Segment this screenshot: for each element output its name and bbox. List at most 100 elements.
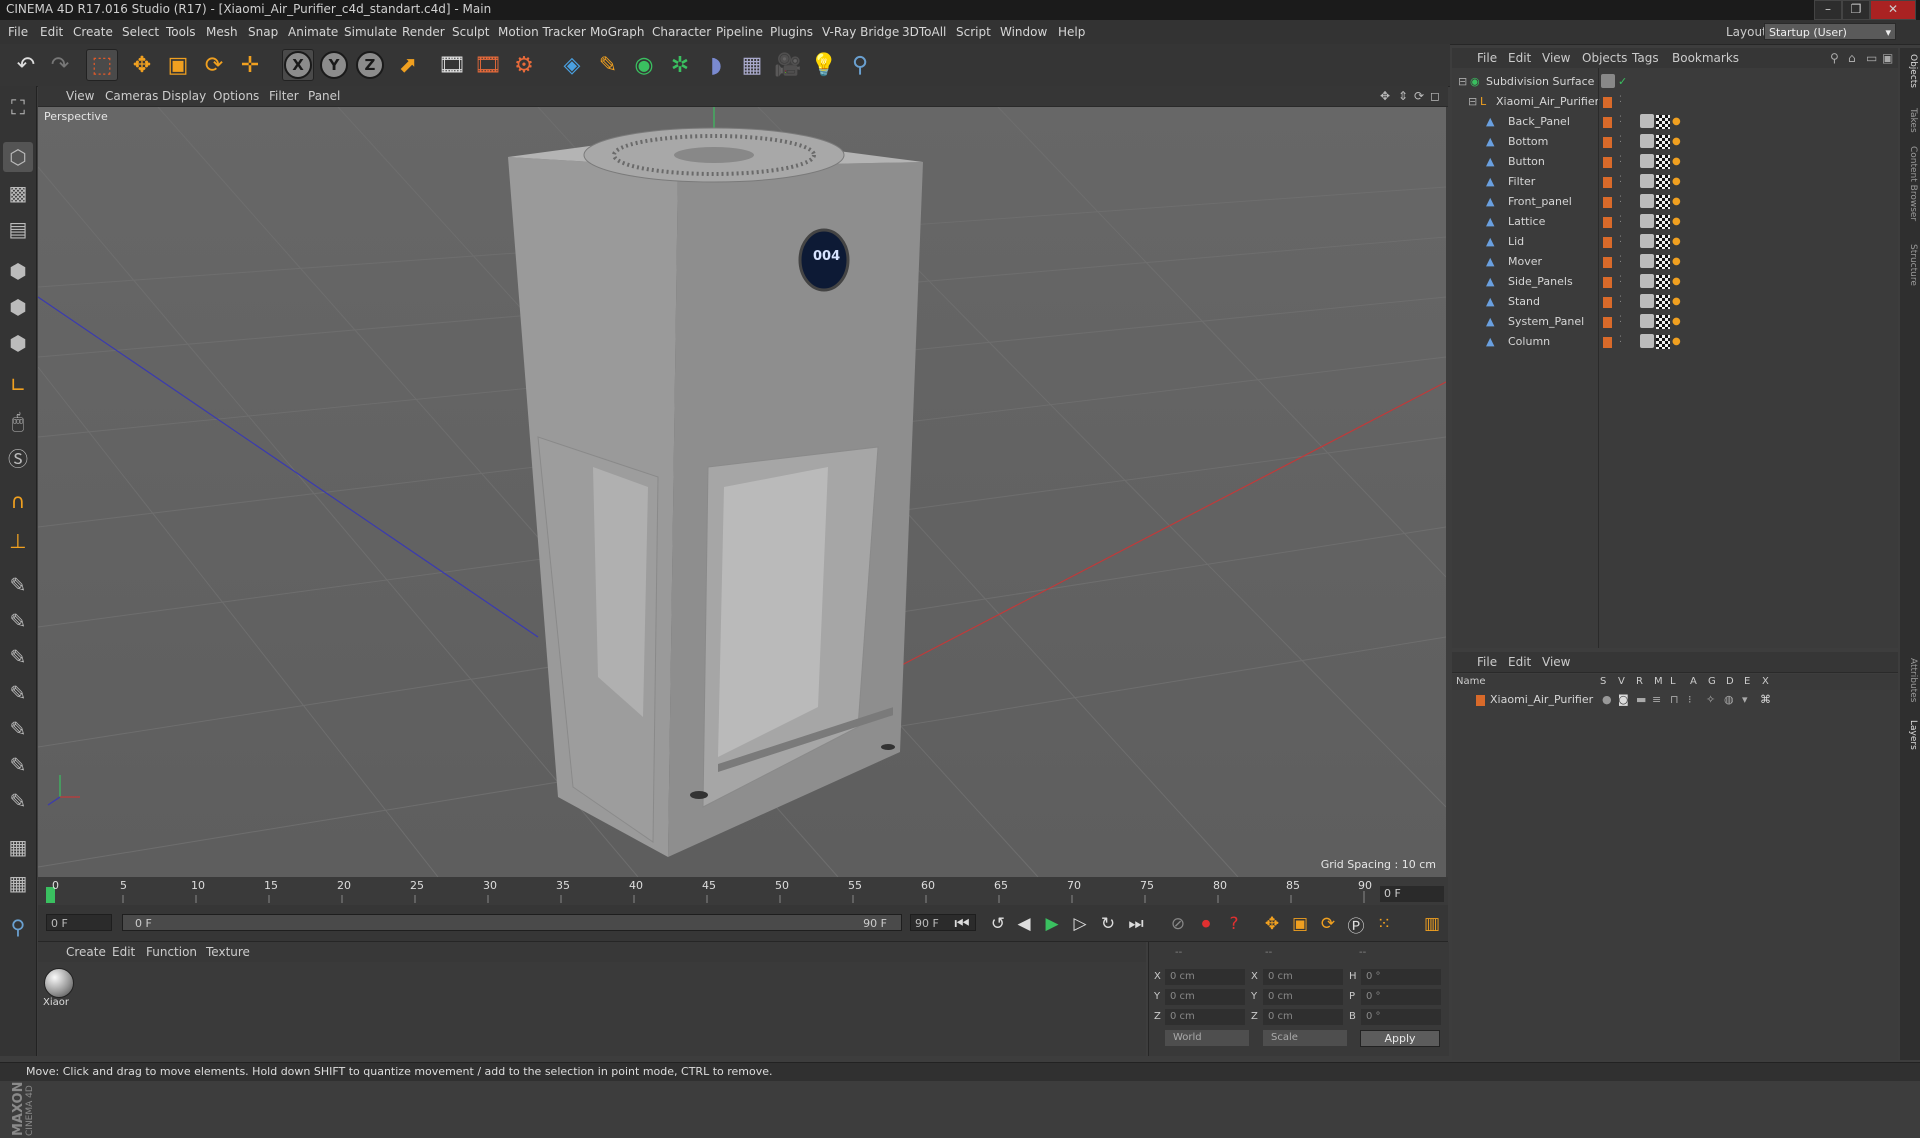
phong-tag-icon[interactable] bbox=[1640, 114, 1654, 128]
object-row-side-panels[interactable]: ▲ Side_Panels ⁚ ● bbox=[1452, 272, 1898, 292]
minimize-button[interactable]: – bbox=[1814, 0, 1842, 20]
coord-rot-b-field[interactable]: 0 ° bbox=[1361, 1009, 1441, 1025]
layer-color-tag[interactable] bbox=[1603, 177, 1612, 188]
visibility-toggle-icon[interactable] bbox=[1601, 74, 1615, 88]
visibility-dots-icon[interactable]: ⁚ bbox=[1619, 115, 1622, 125]
new-view-icon[interactable]: ▭ bbox=[1866, 51, 1877, 65]
layer-xref-icon[interactable]: ⌘ bbox=[1760, 693, 1771, 706]
layer-color-tag[interactable] bbox=[1603, 97, 1612, 108]
om-menu-objects[interactable]: Objects bbox=[1582, 51, 1627, 65]
material-menu-create[interactable]: Create bbox=[66, 945, 106, 959]
material-tag-icon[interactable]: ● bbox=[1672, 156, 1681, 167]
sculpt-smooth-icon[interactable]: ✎ bbox=[3, 642, 33, 672]
uvw-tag-icon[interactable] bbox=[1656, 155, 1670, 169]
visibility-dots-icon[interactable]: ⁚ bbox=[1619, 335, 1622, 345]
menu-vray-bridge[interactable]: V-Ray Bridge bbox=[822, 25, 899, 39]
grid-icon[interactable]: ▦ bbox=[3, 832, 33, 862]
object-row-lattice[interactable]: ▲ Lattice ⁚ ● bbox=[1452, 212, 1898, 232]
menu-pipeline[interactable]: Pipeline bbox=[716, 25, 763, 39]
object-row-button[interactable]: ▲ Button ⁚ ● bbox=[1452, 152, 1898, 172]
layer-col-manager[interactable]: M bbox=[1654, 676, 1663, 687]
coord-pos-z-field[interactable]: 0 cm bbox=[1165, 1009, 1245, 1025]
uvw-tag-icon[interactable] bbox=[1656, 135, 1670, 149]
sculpt-grab-icon[interactable]: ✎ bbox=[3, 786, 33, 816]
material-menu-texture[interactable]: Texture bbox=[206, 945, 250, 959]
menu-script[interactable]: Script bbox=[956, 25, 991, 39]
material-tag-icon[interactable]: ● bbox=[1672, 176, 1681, 187]
menu-mesh[interactable]: Mesh bbox=[206, 25, 238, 39]
phong-tag-icon[interactable] bbox=[1640, 294, 1654, 308]
object-row-bottom[interactable]: ▲ Bottom ⁚ ● bbox=[1452, 132, 1898, 152]
layer-col-render[interactable]: R bbox=[1636, 676, 1643, 687]
object-row-subdivision-surface[interactable]: ⊟ ◉ Subdivision Surface ✓ bbox=[1452, 72, 1898, 92]
material-tag-icon[interactable]: ● bbox=[1672, 196, 1681, 207]
subdivision-icon[interactable]: ◉ bbox=[628, 49, 660, 81]
phong-tag-icon[interactable] bbox=[1640, 234, 1654, 248]
y-axis-icon[interactable]: Y bbox=[318, 49, 350, 81]
phong-tag-icon[interactable] bbox=[1640, 334, 1654, 348]
layer-color-tag[interactable] bbox=[1603, 137, 1612, 148]
phong-tag-icon[interactable] bbox=[1640, 174, 1654, 188]
render-view-icon[interactable]: 🎞 bbox=[436, 49, 468, 81]
sculpt-inflate-icon[interactable]: ✎ bbox=[3, 714, 33, 744]
menu-3dtoall[interactable]: 3DToAll bbox=[902, 25, 946, 39]
menu-select[interactable]: Select bbox=[122, 25, 159, 39]
lm-menu-file[interactable]: File bbox=[1477, 655, 1497, 669]
layer-deformer-icon[interactable]: ◍ bbox=[1724, 693, 1734, 706]
material-tag-icon[interactable]: ● bbox=[1672, 236, 1681, 247]
undo-icon[interactable]: ↶ bbox=[10, 49, 42, 81]
render-picture-viewer-icon[interactable]: 🎞 bbox=[472, 49, 504, 81]
layer-col-generators[interactable]: G bbox=[1708, 676, 1716, 687]
lock-workplane-icon[interactable]: ⊥ bbox=[3, 526, 33, 556]
visibility-dots-icon[interactable]: ⁚ bbox=[1619, 95, 1622, 105]
uvw-tag-icon[interactable] bbox=[1656, 295, 1670, 309]
camera-icon[interactable]: 🎥 bbox=[772, 49, 804, 81]
object-row-stand[interactable]: ▲ Stand ⁚ ● bbox=[1452, 292, 1898, 312]
x-axis-icon[interactable]: X bbox=[282, 49, 314, 81]
collapse-icon[interactable]: ⊟ bbox=[1468, 95, 1477, 108]
layer-animation-icon[interactable]: ⁝ bbox=[1688, 693, 1692, 706]
coord-mode-scale-dropdown[interactable]: Scale bbox=[1263, 1030, 1347, 1046]
python-generator-icon[interactable]: ⚲ bbox=[3, 912, 33, 942]
layer-color-tag[interactable] bbox=[1603, 237, 1612, 248]
material-tag-icon[interactable]: ● bbox=[1672, 116, 1681, 127]
layer-col-solo[interactable]: S bbox=[1600, 676, 1606, 687]
viewport-menu-view[interactable]: View bbox=[66, 89, 94, 103]
phong-tag-icon[interactable] bbox=[1640, 274, 1654, 288]
key-parameter-icon[interactable]: Ⓟ bbox=[1344, 912, 1368, 937]
layer-col-view[interactable]: V bbox=[1618, 676, 1625, 687]
deformer-icon[interactable]: ◗ bbox=[700, 49, 732, 81]
phong-tag-icon[interactable] bbox=[1640, 154, 1654, 168]
pen-icon[interactable]: ✎ bbox=[592, 49, 624, 81]
key-scale-icon[interactable]: ▣ bbox=[1288, 912, 1312, 936]
visibility-dots-icon[interactable]: ⁚ bbox=[1619, 255, 1622, 265]
transform-icon[interactable]: ✛ bbox=[234, 49, 266, 81]
visibility-dots-icon[interactable]: ⁚ bbox=[1619, 155, 1622, 165]
sculpt-flatten-icon[interactable]: ✎ bbox=[3, 678, 33, 708]
menu-mograph[interactable]: MoGraph bbox=[590, 25, 645, 39]
object-row-mover[interactable]: ▲ Mover ⁚ ● bbox=[1452, 252, 1898, 272]
uvw-tag-icon[interactable] bbox=[1656, 255, 1670, 269]
cloner-icon[interactable]: ✲ bbox=[664, 49, 696, 81]
texture-mode-icon[interactable]: ▩ bbox=[3, 178, 33, 208]
rotate-icon[interactable]: ⟳ bbox=[198, 49, 230, 81]
menu-file[interactable]: File bbox=[8, 25, 28, 39]
phong-tag-icon[interactable] bbox=[1640, 314, 1654, 328]
layer-manager-icon[interactable]: ≡ bbox=[1652, 693, 1661, 706]
auto-keying-icon[interactable]: ⏺ bbox=[1194, 912, 1218, 936]
magnet-icon[interactable]: ∩ bbox=[3, 486, 33, 516]
viewport-rotate-icon[interactable]: ⟳ bbox=[1414, 89, 1424, 103]
menu-window[interactable]: Window bbox=[1000, 25, 1047, 39]
phong-tag-icon[interactable] bbox=[1640, 134, 1654, 148]
timeline-window-icon[interactable]: ▥ bbox=[1420, 912, 1444, 936]
visibility-dots-icon[interactable]: ⁚ bbox=[1619, 295, 1622, 305]
om-menu-tags[interactable]: Tags bbox=[1632, 51, 1659, 65]
uvw-tag-icon[interactable] bbox=[1656, 195, 1670, 209]
layer-color-tag[interactable] bbox=[1603, 297, 1612, 308]
uvw-tag-icon[interactable] bbox=[1656, 335, 1670, 349]
menu-sculpt[interactable]: Sculpt bbox=[452, 25, 489, 39]
tab-content-browser[interactable]: Content Browser bbox=[1902, 146, 1918, 221]
layout-dropdown[interactable]: Startup (User) ▾ bbox=[1764, 23, 1896, 40]
layer-color-tag[interactable] bbox=[1603, 117, 1612, 128]
go-to-end-icon[interactable]: ⏭ bbox=[1124, 912, 1148, 936]
